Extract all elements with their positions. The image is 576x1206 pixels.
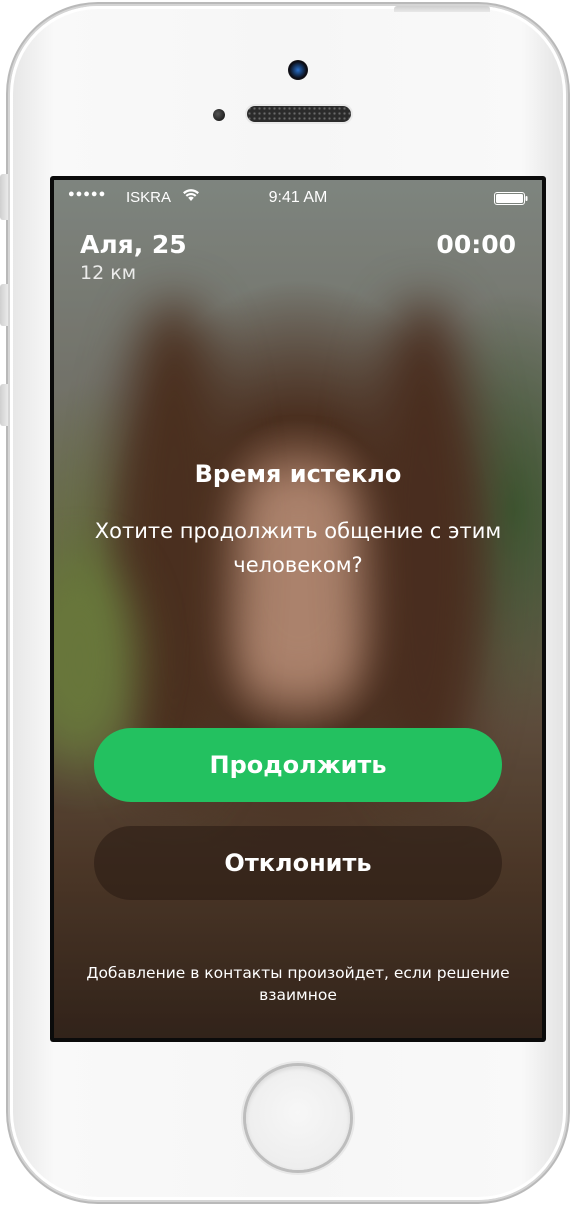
screen: ●●●●● ISKRA 9:41 AM Аля, 25 12 км 00:00 … <box>50 176 546 1042</box>
proximity-sensor <box>213 109 225 121</box>
profile-distance: 12 км <box>80 262 137 284</box>
profile-name-age: Аля, 25 <box>80 230 187 259</box>
battery-icon <box>494 192 528 205</box>
phone-frame: ●●●●● ISKRA 9:41 AM Аля, 25 12 км 00:00 … <box>0 6 566 1200</box>
volume-up-button <box>0 284 8 326</box>
mute-switch <box>0 174 8 220</box>
status-bar: ●●●●● ISKRA 9:41 AM <box>54 180 542 214</box>
blurred-photo-background: ●●●●● ISKRA 9:41 AM Аля, 25 12 км 00:00 … <box>54 180 542 1038</box>
status-time: 9:41 AM <box>268 189 328 206</box>
decline-button[interactable]: Отклонить <box>94 826 502 900</box>
earpiece-speaker <box>247 106 351 122</box>
front-camera-icon <box>288 60 308 80</box>
continue-button[interactable]: Продолжить <box>94 728 502 802</box>
dialog-question: Хотите продолжить общение с этим человек… <box>94 519 502 577</box>
chat-timer: 00:00 <box>436 230 516 259</box>
mutual-decision-note: Добавление в контакты произойдет, если р… <box>86 964 510 1004</box>
volume-down-button <box>0 384 8 426</box>
power-button <box>394 6 490 12</box>
content-layer: ●●●●● ISKRA 9:41 AM Аля, 25 12 км 00:00 … <box>54 180 542 1038</box>
home-button[interactable] <box>246 1066 350 1170</box>
dialog-title: Время истекло <box>194 460 402 488</box>
